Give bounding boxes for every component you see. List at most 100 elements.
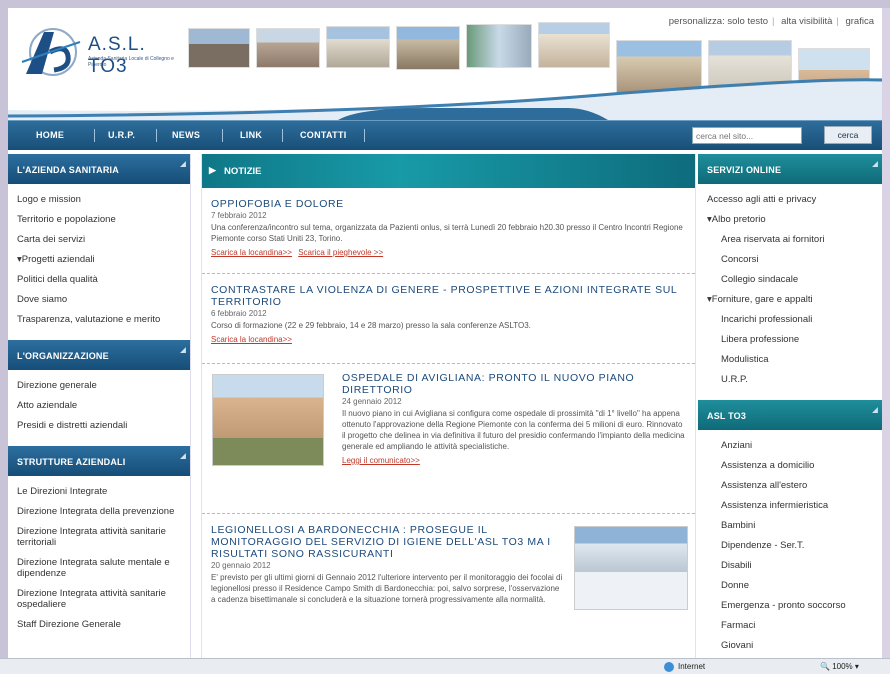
nav-contatti[interactable]: CONTATTI <box>300 130 347 140</box>
personalize-label: personalizza: <box>668 16 725 27</box>
news-item-date: 6 febbraio 2012 <box>211 309 267 318</box>
vertical-scrollbar[interactable] <box>882 8 890 658</box>
hospital-photo[interactable] <box>212 374 324 466</box>
menu-item[interactable]: Modulistica <box>707 350 882 370</box>
menu-item[interactable]: Territorio e popolazione <box>17 210 190 230</box>
news-column: ▶ NOTIZIE OPPIOFOBIA E DOLORE 7 febbraio… <box>201 154 696 658</box>
menu-item[interactable]: Assistenza all'estero <box>707 476 882 496</box>
menu-item[interactable]: Emergenza - pronto soccorso <box>707 596 882 616</box>
menu-item[interactable]: Carta dei servizi <box>17 230 190 250</box>
news-item: LEGIONELLOSI A BARDONECCHIA : PROSEGUE I… <box>202 514 695 658</box>
header-photo <box>396 26 460 70</box>
menu-item[interactable]: Presidi e distretti aziendali <box>17 416 190 436</box>
download-flyer-link[interactable]: Scarica la locandina>> <box>211 248 292 257</box>
header-photo <box>256 28 320 68</box>
menu-item[interactable]: Logo e mission <box>17 190 190 210</box>
sidebar-box-asl: ASL TO3 ◢ Anziani Assistenza a domicilio … <box>698 400 882 658</box>
menu-item[interactable]: Disabili <box>707 556 882 576</box>
news-item: CONTRASTARE LA VIOLENZA DI GENERE - PROS… <box>202 274 695 364</box>
search-input[interactable] <box>692 127 802 144</box>
menu-item[interactable]: Farmaci <box>707 616 882 636</box>
box-title-text: STRUTTURE AZIENDALI <box>17 457 126 467</box>
asl-logo-icon <box>21 28 81 76</box>
header-swoosh <box>8 78 882 120</box>
high-visibility-link[interactable]: alta visibilità <box>781 16 832 27</box>
news-item-links: Leggi il comunicato>> <box>342 456 687 465</box>
menu-item[interactable]: Le Direzioni Integrate <box>17 482 190 502</box>
menu-item[interactable]: U.R.P. <box>707 370 882 390</box>
header-photo <box>326 26 390 68</box>
logo-subtitle: Azienda Sanitaria Locale di Collegno e P… <box>88 56 174 68</box>
nav-urp[interactable]: U.R.P. <box>108 130 135 140</box>
menu-item[interactable]: Accesso agli atti e privacy <box>707 190 882 210</box>
asl-logo[interactable]: A.S.L. TO3 Azienda Sanitaria Locale di C… <box>20 22 190 82</box>
graphic-link[interactable]: grafica <box>845 16 874 27</box>
download-flyer-link[interactable]: Scarica la locandina>> <box>211 335 292 344</box>
box-title-text: L'AZIENDA SANITARIA <box>17 165 119 175</box>
read-release-link[interactable]: Leggi il comunicato>> <box>342 456 420 465</box>
menu-item[interactable]: Atto aziendale <box>17 396 190 416</box>
menu-item[interactable]: Donne <box>707 576 882 596</box>
menu-item[interactable]: Giovani <box>707 636 882 656</box>
menu-item[interactable]: Trasparenza, valutazione e merito <box>17 310 190 330</box>
menu-item[interactable]: Dove siamo <box>17 290 190 310</box>
search-button[interactable]: cerca <box>824 126 872 144</box>
news-item-title[interactable]: OSPEDALE DI AVIGLIANA: PRONTO IL NUOVO P… <box>342 372 687 396</box>
news-item-text: Una conferenza/incontro sul tema, organi… <box>211 223 683 243</box>
nav-separator <box>94 129 95 142</box>
nav-link[interactable]: LINK <box>240 130 262 140</box>
menu-item[interactable]: ▾Forniture, gare e appalti <box>707 290 882 310</box>
menu-item[interactable]: Politici della qualità <box>17 270 190 290</box>
menu-item[interactable]: ▾Progetti aziendali <box>17 250 190 270</box>
menu-item[interactable]: Incarichi professionali <box>707 310 882 330</box>
news-header: ▶ NOTIZIE <box>202 154 695 188</box>
corner-icon: ◢ <box>872 161 878 168</box>
menu-item[interactable]: Direzione Integrata attività sanitarie t… <box>17 522 190 553</box>
menu-item[interactable]: ▾Albo pretorio <box>707 210 882 230</box>
menu-item[interactable]: Direzione Integrata salute mentale e dip… <box>17 553 190 584</box>
news-item: OSPEDALE DI AVIGLIANA: PRONTO IL NUOVO P… <box>202 364 695 514</box>
box-title: L'AZIENDA SANITARIA ◢ <box>8 154 190 184</box>
corner-icon: ◢ <box>872 407 878 414</box>
menu-item[interactable]: Anziani <box>707 436 882 456</box>
menu-item[interactable]: Assistenza a domicilio <box>707 456 882 476</box>
zoom-value: 100% <box>832 662 853 671</box>
menu-item[interactable]: Bambini <box>707 516 882 536</box>
sidebar-box-azienda: L'AZIENDA SANITARIA ◢ Logo e mission Terr… <box>8 154 190 340</box>
snow-village-photo[interactable] <box>574 526 688 610</box>
nav-separator <box>282 129 283 142</box>
news-item-date: 7 febbraio 2012 <box>211 211 267 220</box>
menu-item[interactable]: Collegio sindacale <box>707 270 882 290</box>
nav-news[interactable]: NEWS <box>172 130 200 140</box>
menu-item[interactable]: Concorsi <box>707 250 882 270</box>
download-leaflet-link[interactable]: Scarica il pieghevole >> <box>298 248 383 257</box>
header-photo <box>188 28 250 68</box>
menu-item[interactable]: Dipendenze - Ser.T. <box>707 536 882 556</box>
news-item-title[interactable]: CONTRASTARE LA VIOLENZA DI GENERE - PROS… <box>211 284 687 308</box>
news-item-title[interactable]: LEGIONELLOSI A BARDONECCHIA : PROSEGUE I… <box>211 524 565 560</box>
menu-item[interactable]: Libera professione <box>707 330 882 350</box>
news-item-links: Scarica la locandina>> Scarica il pieghe… <box>211 248 687 257</box>
security-zone: Internet <box>664 662 705 672</box>
menu-item[interactable]: Direzione generale <box>17 376 190 396</box>
nav-separator <box>364 129 365 142</box>
news-item-text: E' previsto per gli ultimi giorni di Gen… <box>211 573 563 604</box>
news-item-date: 24 gennaio 2012 <box>342 397 402 406</box>
menu-item[interactable]: Staff Direzione Generale <box>17 615 190 635</box>
corner-icon: ◢ <box>180 453 186 460</box>
menu-item[interactable]: Direzione Integrata attività sanitarie o… <box>17 584 190 615</box>
news-item-title[interactable]: OPPIOFOBIA E DOLORE <box>211 198 687 210</box>
corner-icon: ◢ <box>180 161 186 168</box>
arrow-icon: ▶ <box>209 165 216 175</box>
header-photo <box>466 24 532 68</box>
menu-item[interactable]: Assistenza infermieristica <box>707 496 882 516</box>
nav-home[interactable]: HOME <box>36 130 64 140</box>
site-header: A.S.L. TO3 Azienda Sanitaria Locale di C… <box>8 8 882 120</box>
text-only-link[interactable]: solo testo <box>727 16 768 27</box>
menu-item[interactable]: Area riservata ai fornitori <box>707 230 882 250</box>
menu-item[interactable]: Direzione Integrata della prevenzione <box>17 502 190 522</box>
nav-separator <box>156 129 157 142</box>
zone-label: Internet <box>678 662 706 672</box>
right-sidebar: SERVIZI ONLINE ◢ Accesso agli atti e priv… <box>698 154 882 658</box>
zoom-level[interactable]: 🔍 100% ▾ <box>820 662 859 671</box>
